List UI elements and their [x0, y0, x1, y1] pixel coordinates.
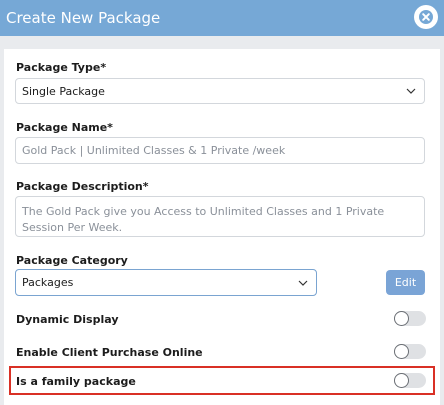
dynamic-display-label: Dynamic Display	[16, 313, 119, 326]
package-name-input[interactable]: Gold Pack | Unlimited Classes & 1 Privat…	[15, 137, 425, 164]
package-name-placeholder: Gold Pack | Unlimited Classes & 1 Privat…	[22, 144, 286, 157]
package-category-select[interactable]: Packages	[15, 269, 317, 296]
package-type-value: Single Package	[22, 84, 105, 98]
modal-header: Create New Package	[0, 0, 444, 36]
package-type-select[interactable]: Single Package	[15, 78, 425, 104]
package-category-value: Packages	[22, 276, 74, 289]
chevron-down-icon	[298, 280, 308, 286]
package-description-textarea[interactable]: The Gold Pack give you Access to Unlimit…	[15, 196, 425, 237]
toggle-knob	[394, 311, 409, 326]
package-name-label: Package Name*	[16, 121, 113, 134]
toggle-knob	[394, 373, 409, 388]
close-button[interactable]	[414, 5, 438, 29]
dynamic-display-toggle[interactable]	[394, 311, 426, 326]
close-icon	[419, 10, 433, 24]
family-package-label: Is a family package	[16, 375, 136, 388]
modal-title: Create New Package	[6, 9, 161, 27]
client-purchase-online-label: Enable Client Purchase Online	[16, 346, 203, 359]
package-type-label: Package Type*	[16, 61, 107, 74]
client-purchase-online-toggle[interactable]	[394, 344, 426, 359]
modal-body: Package Type* Single Package Package Nam…	[4, 49, 440, 405]
chevron-down-icon	[406, 88, 416, 94]
package-description-label: Package Description*	[16, 180, 149, 193]
package-description-placeholder: The Gold Pack give you Access to Unlimit…	[22, 205, 385, 234]
family-package-toggle[interactable]	[394, 373, 426, 388]
package-category-label: Package Category	[16, 254, 128, 267]
edit-category-button[interactable]: Edit	[386, 270, 425, 295]
toggle-knob	[394, 344, 409, 359]
